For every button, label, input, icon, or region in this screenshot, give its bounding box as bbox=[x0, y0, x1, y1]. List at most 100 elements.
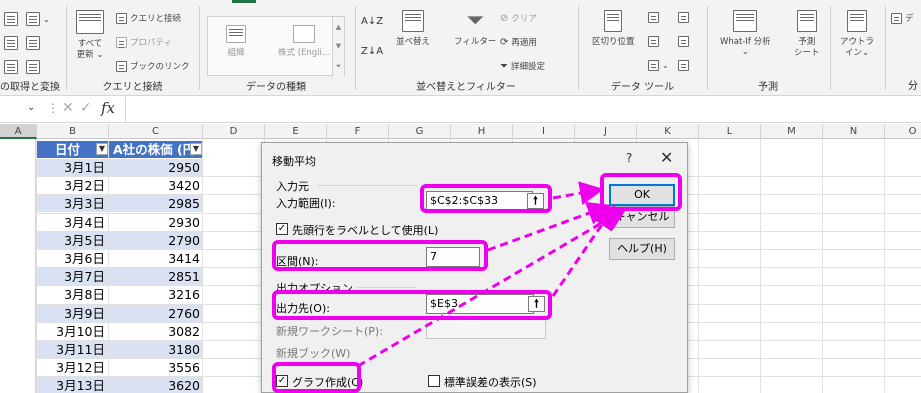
sort-ascending-button[interactable]: A↓Z bbox=[361, 16, 383, 27]
properties-icon bbox=[116, 36, 127, 48]
data-types-gallery[interactable]: 組織 株式 (Engli… ▲ ▼ ⏷ bbox=[207, 16, 345, 77]
date-cell[interactable]: 3月4日 bbox=[37, 214, 109, 231]
formula-input[interactable] bbox=[125, 97, 921, 122]
column-header-h[interactable]: H bbox=[451, 124, 513, 139]
date-cell[interactable]: 3月13日 bbox=[37, 377, 109, 393]
refresh-all-button[interactable]: すべて 更新 ⌄ bbox=[76, 10, 104, 60]
what-if-button[interactable]: What-If 分析 ⌄ bbox=[720, 10, 771, 57]
column-header-k[interactable]: K bbox=[637, 124, 699, 139]
date-cell[interactable]: 3月2日 bbox=[37, 177, 109, 194]
input-section-label: 入力元 bbox=[276, 180, 309, 193]
column-a[interactable] bbox=[0, 139, 36, 393]
column-header-d[interactable]: D bbox=[203, 124, 265, 139]
price-cell[interactable]: 3420 bbox=[109, 177, 203, 194]
data-validation-button[interactable]: ⌄ bbox=[648, 60, 669, 71]
price-cell[interactable]: 3556 bbox=[109, 359, 203, 376]
name-box-dropdown-icon[interactable]: ⌄ bbox=[27, 102, 35, 113]
relationships-button[interactable] bbox=[678, 36, 689, 47]
dialog-close-icon[interactable]: ✕ bbox=[660, 148, 673, 167]
queries-icon bbox=[116, 12, 127, 24]
gallery-more-icon[interactable]: ⏷ bbox=[336, 62, 342, 71]
price-cell[interactable]: 2930 bbox=[109, 214, 203, 231]
help-button[interactable]: ヘルプ(H) bbox=[609, 238, 675, 260]
workbook-links-button[interactable]: ブックのリンク bbox=[116, 60, 190, 72]
price-cell[interactable]: 3414 bbox=[109, 250, 203, 267]
gallery-scroll[interactable]: ▲ ▼ ⏷ bbox=[332, 17, 344, 77]
filter-button[interactable]: ⏷ フィルター bbox=[454, 10, 496, 48]
date-cell[interactable]: 3月1日 bbox=[37, 159, 109, 176]
recent-sources-button[interactable] bbox=[26, 36, 40, 50]
from-web-button[interactable]: ⌄ bbox=[26, 12, 50, 26]
date-cell[interactable]: 3月11日 bbox=[37, 341, 109, 358]
gallery-down-icon[interactable]: ▼ bbox=[336, 42, 341, 50]
column-header-j[interactable]: J bbox=[575, 124, 637, 139]
price-cell[interactable]: 3216 bbox=[109, 286, 203, 303]
column-header-c[interactable]: C bbox=[109, 124, 203, 139]
price-cell[interactable]: 2851 bbox=[109, 268, 203, 286]
flash-fill-button[interactable] bbox=[648, 12, 659, 23]
remove-duplicates-button[interactable] bbox=[648, 36, 659, 47]
labels-checkbox[interactable]: ✓ bbox=[276, 223, 288, 235]
date-cell[interactable]: 3月3日 bbox=[37, 195, 109, 213]
forecast-sheet-button[interactable]: 予測 シート bbox=[794, 10, 820, 58]
table-header-date[interactable]: 日付 ▼ bbox=[37, 141, 109, 158]
cut-off-button[interactable]: デ bbox=[891, 12, 914, 24]
forecast-sheet-label-2: シート bbox=[794, 48, 820, 58]
stocks-type-button[interactable]: 株式 (Engli… bbox=[278, 25, 330, 58]
cancel-entry-icon[interactable]: ✕ bbox=[62, 100, 74, 116]
price-cell[interactable]: 2985 bbox=[109, 195, 203, 213]
data-model-button[interactable] bbox=[678, 60, 689, 71]
sort-descending-button[interactable]: Z↓A bbox=[361, 46, 383, 57]
clear-filter-button[interactable]: ⊘ クリア bbox=[500, 12, 537, 25]
column-header-m[interactable]: M bbox=[761, 124, 823, 139]
organization-type-button[interactable]: 組織 bbox=[226, 25, 246, 58]
date-cell[interactable]: 3月10日 bbox=[37, 323, 109, 340]
price-cell[interactable]: 3620 bbox=[109, 377, 203, 393]
insert-function-button[interactable]: fx bbox=[101, 99, 115, 117]
table-icon bbox=[4, 36, 18, 50]
column-header-o[interactable]: O bbox=[885, 124, 921, 139]
from-table-button[interactable] bbox=[4, 36, 18, 50]
confirm-entry-icon[interactable]: ✓ bbox=[80, 100, 92, 116]
sort-button[interactable]: 並べ替え bbox=[396, 10, 430, 47]
reapply-button[interactable]: ⟳ 再適用 bbox=[500, 36, 537, 49]
column-header-i[interactable]: I bbox=[513, 124, 575, 139]
column-header-f[interactable]: F bbox=[327, 124, 389, 139]
date-cell[interactable]: 3月7日 bbox=[37, 268, 109, 286]
dialog-help-icon[interactable]: ? bbox=[626, 151, 632, 165]
price-cell[interactable]: 3082 bbox=[109, 323, 203, 340]
std-error-checkbox[interactable] bbox=[428, 375, 440, 387]
filter-dropdown-icon[interactable]: ▼ bbox=[96, 143, 108, 155]
date-cell[interactable]: 3月5日 bbox=[37, 231, 109, 249]
column-header-e[interactable]: E bbox=[265, 124, 327, 139]
advanced-filter-button[interactable]: ⏷ 詳細設定 bbox=[500, 60, 545, 73]
column-header-n[interactable]: N bbox=[823, 124, 885, 139]
labels-checkbox-label[interactable]: 先頭行をラベルとして使用(L) bbox=[292, 222, 438, 238]
table-header-price[interactable]: A社の株価 (円 ▼ bbox=[109, 141, 203, 158]
price-cell[interactable]: 2950 bbox=[109, 159, 203, 176]
date-cell[interactable]: 3月8日 bbox=[37, 286, 109, 303]
date-cell[interactable]: 3月6日 bbox=[37, 250, 109, 267]
date-cell[interactable]: 3月12日 bbox=[37, 359, 109, 376]
date-cell[interactable]: 3月9日 bbox=[37, 304, 109, 322]
column-header-g[interactable]: G bbox=[389, 124, 451, 139]
column-header-a[interactable]: A bbox=[0, 124, 37, 139]
existing-connections-button[interactable] bbox=[4, 60, 18, 74]
price-cell[interactable]: 2790 bbox=[109, 231, 203, 249]
consolidate-button[interactable] bbox=[678, 12, 689, 23]
column-header-l[interactable]: L bbox=[699, 124, 761, 139]
from-text-button[interactable] bbox=[4, 12, 18, 26]
sort-az-icon: A↓Z bbox=[361, 16, 384, 27]
std-error-checkbox-label[interactable]: 標準誤差の表示(S) bbox=[444, 374, 537, 390]
gallery-up-icon[interactable]: ▲ bbox=[336, 23, 341, 31]
price-cell[interactable]: 2760 bbox=[109, 304, 203, 322]
outline-button[interactable]: アウトラ イン⌄ bbox=[840, 10, 874, 58]
data-validation-icon bbox=[648, 60, 659, 71]
price-cell[interactable]: 3180 bbox=[109, 341, 203, 358]
properties-button[interactable]: プロパティ bbox=[116, 36, 172, 48]
data-source-button[interactable] bbox=[26, 60, 40, 74]
text-to-columns-button[interactable]: 区切り位置 bbox=[592, 10, 635, 47]
filter-dropdown-icon[interactable]: ▼ bbox=[190, 143, 202, 155]
column-header-b[interactable]: B bbox=[37, 124, 109, 139]
queries-connections-button[interactable]: クエリと接続 bbox=[116, 12, 181, 24]
